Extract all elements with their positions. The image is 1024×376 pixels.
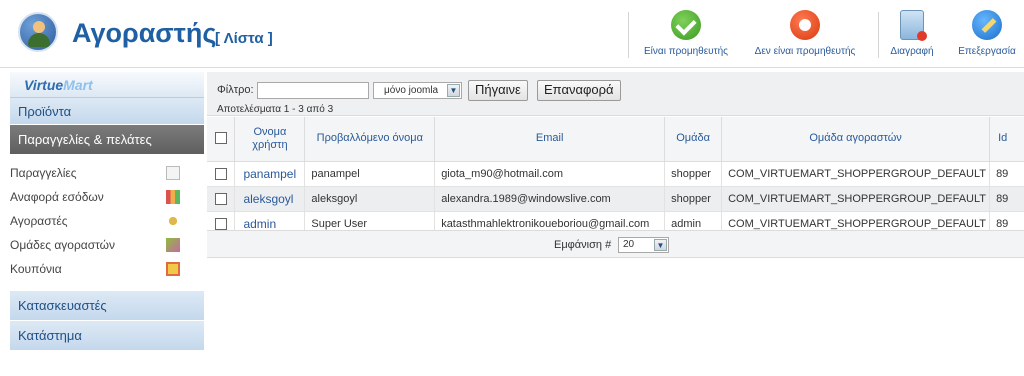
table-header-row: Ονομα χρήστη Προβαλλόμενο όνομα Email Ομ…	[207, 117, 1024, 162]
stop-icon	[790, 10, 820, 40]
group: shopper	[664, 186, 723, 212]
is-vendor-button[interactable]: Είναι προμηθευτής	[640, 10, 732, 66]
bar-chart-icon	[166, 190, 180, 204]
filter-bar: Φίλτρο: μόνο joomla ▼ Πήγαινε Επαναφορά Α…	[207, 72, 1024, 116]
is-vendor-label: Είναι προμηθευτής	[644, 46, 728, 57]
row-checkbox[interactable]	[214, 217, 227, 230]
page-title: Αγοραστής	[72, 18, 217, 48]
column-group[interactable]: Ομάδα	[664, 117, 723, 162]
toolbar-separator	[628, 12, 629, 58]
logo-text: Virtue	[24, 77, 64, 93]
sidebar-item-label: Ομάδες αγοραστών	[10, 238, 116, 252]
edit-icon	[972, 10, 1002, 40]
display-count-value: 20	[623, 239, 635, 250]
sidebar-item-label: Αναφορά εσόδων	[10, 190, 104, 204]
sidebar-item-shopper-groups[interactable]: Ομάδες αγοραστών	[10, 233, 204, 257]
display-name: aleksgoyl	[304, 186, 436, 212]
sidebar-section-orders[interactable]: Παραγγελίες & πελάτες	[10, 125, 204, 155]
check-icon	[671, 10, 701, 40]
reset-button[interactable]: Επαναφορά	[537, 80, 621, 101]
delete-label: Διαγραφή	[890, 46, 934, 57]
shopper-group: COM_VIRTUEMART_SHOPPERGROUP_DEFAULT	[721, 186, 991, 212]
not-vendor-button[interactable]: Δεν είναι προμηθευτής	[746, 10, 864, 66]
row-select-cell	[207, 161, 236, 187]
sidebar-section-products[interactable]: Προϊόντα	[10, 98, 204, 125]
select-all-cell	[207, 117, 236, 162]
virtuemart-logo[interactable]: VirtueMart	[10, 72, 204, 98]
sidebar-item-label: Κουπόνια	[10, 262, 62, 276]
shopper-group: COM_VIRTUEMART_SHOPPERGROUP_DEFAULT	[721, 161, 991, 187]
user-id: 89	[989, 161, 1024, 187]
results-count: Αποτελέσματα 1 - 3 από 3	[217, 104, 334, 115]
edit-button[interactable]: Επεξεργασία	[950, 10, 1024, 66]
main-content: Φίλτρο: μόνο joomla ▼ Πήγαινε Επαναφορά Α…	[207, 72, 1024, 376]
sidebar-section-store[interactable]: Κατάστημα	[10, 321, 204, 351]
copy-icon	[166, 166, 180, 180]
table-row: panampel panampel giota_m90@hotmail.com …	[207, 161, 1024, 187]
display-count-select[interactable]: 20 ▼	[618, 237, 669, 253]
chevron-down-icon: ▼	[654, 239, 667, 251]
email: alexandra.1989@windowslive.com	[434, 186, 666, 212]
toolbar-separator	[878, 12, 879, 58]
group: shopper	[664, 161, 723, 187]
sidebar-item-label: Παραγγελίες	[10, 166, 77, 180]
column-id[interactable]: Id	[989, 117, 1024, 162]
sidebar-item-shoppers[interactable]: Αγοραστές	[10, 209, 204, 233]
column-username[interactable]: Ονομα χρήστη	[234, 117, 306, 162]
chevron-down-icon: ▼	[447, 84, 460, 97]
users-icon	[166, 214, 180, 228]
username-link[interactable]: aleksgoyl	[234, 186, 306, 212]
filter-input[interactable]	[257, 82, 369, 99]
column-display-name[interactable]: Προβαλλόμενο όνομα	[304, 117, 436, 162]
filter-label: Φίλτρο:	[217, 84, 254, 96]
row-select-cell	[207, 186, 236, 212]
table-row: aleksgoyl aleksgoyl alexandra.1989@windo…	[207, 186, 1024, 212]
user-avatar-icon	[18, 12, 58, 52]
pagination-bar: Εμφάνιση # 20 ▼	[207, 230, 1024, 258]
column-email[interactable]: Email	[434, 117, 666, 162]
user-id: 89	[989, 186, 1024, 212]
select-all-checkbox[interactable]	[214, 132, 227, 145]
page-header: Αγοραστής [ Λίστα ] Είναι προμηθευτής Δε…	[0, 0, 1024, 68]
sidebar: VirtueMart Προϊόντα Παραγγελίες & πελάτε…	[10, 72, 204, 376]
logo-text-accent: Mart	[63, 77, 93, 93]
gift-icon	[166, 262, 180, 276]
sidebar-section-manufacturers[interactable]: Κατασκευαστές	[10, 291, 204, 321]
sidebar-menu: Παραγγελίες Αναφορά εσόδων Αγοραστές Ομά…	[10, 155, 204, 287]
sidebar-item-label: Αγοραστές	[10, 214, 68, 228]
filter-select-value: μόνο joomla	[384, 85, 439, 96]
filter-select[interactable]: μόνο joomla ▼	[373, 82, 462, 99]
not-vendor-label: Δεν είναι προμηθευτής	[754, 46, 856, 57]
username-link[interactable]: panampel	[234, 161, 306, 187]
edit-label: Επεξεργασία	[958, 46, 1016, 57]
email: giota_m90@hotmail.com	[434, 161, 666, 187]
sidebar-item-coupons[interactable]: Κουπόνια	[10, 257, 204, 281]
column-shopper-group[interactable]: Ομάδα αγοραστών	[721, 117, 991, 162]
groups-icon	[166, 238, 180, 252]
display-count-label: Εμφάνιση #	[554, 239, 612, 251]
trash-icon	[900, 10, 927, 41]
display-name: panampel	[304, 161, 436, 187]
row-checkbox[interactable]	[214, 167, 227, 180]
go-button[interactable]: Πήγαινε	[468, 80, 528, 101]
shoppers-table: Ονομα χρήστη Προβαλλόμενο όνομα Email Ομ…	[207, 117, 1024, 237]
row-checkbox[interactable]	[214, 192, 227, 205]
page-subtitle: [ Λίστα ]	[215, 30, 273, 47]
delete-button[interactable]: Διαγραφή	[885, 10, 939, 66]
sidebar-item-revenue-report[interactable]: Αναφορά εσόδων	[10, 185, 204, 209]
sidebar-item-orders[interactable]: Παραγγελίες	[10, 161, 204, 185]
